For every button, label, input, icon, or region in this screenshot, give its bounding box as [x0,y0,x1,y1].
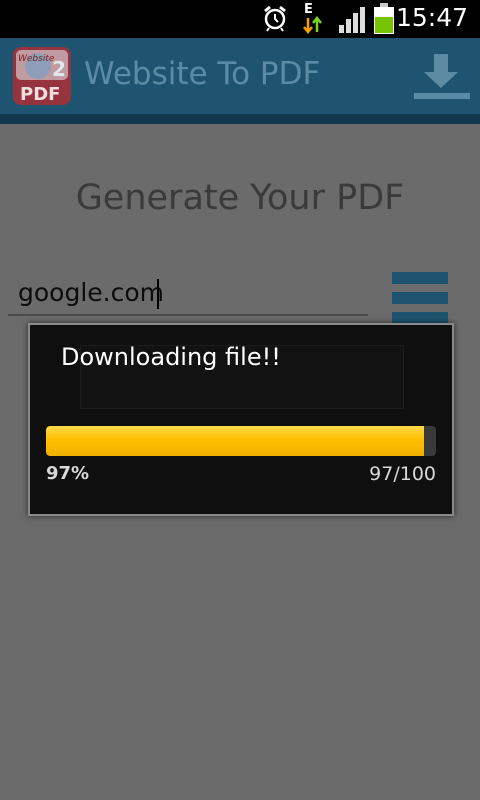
app-logo: Website 2 PDF [13,47,71,105]
progress-count: 97/100 [369,463,436,485]
data-arrows-icon: E [303,2,323,34]
battery-icon [374,3,394,34]
progress-bar-fill [46,426,425,456]
signal-icon [339,7,365,33]
logo-pdf-text: PDF [20,84,60,105]
app-title: Website To PDF [84,56,321,92]
logo-number-text: 2 [52,57,66,81]
progress-percent: 97% [46,463,90,484]
status-bar: E 15:47 [0,0,480,38]
page-heading: Generate Your PDF [75,178,405,218]
url-input[interactable] [8,270,368,316]
network-type-label: E [304,2,313,17]
progress-bar [46,426,436,456]
action-bar-divider [0,114,480,124]
logo-website-text: Website [18,54,55,64]
dialog-message: Downloading file!! [61,343,281,371]
alarm-icon [264,5,286,32]
download-icon[interactable] [410,50,472,102]
text-cursor [157,279,159,309]
status-time: 15:47 [395,3,468,32]
progress-dialog: Downloading file!! 97% 97/100 [28,323,454,516]
hamburger-menu-icon[interactable] [392,272,448,328]
